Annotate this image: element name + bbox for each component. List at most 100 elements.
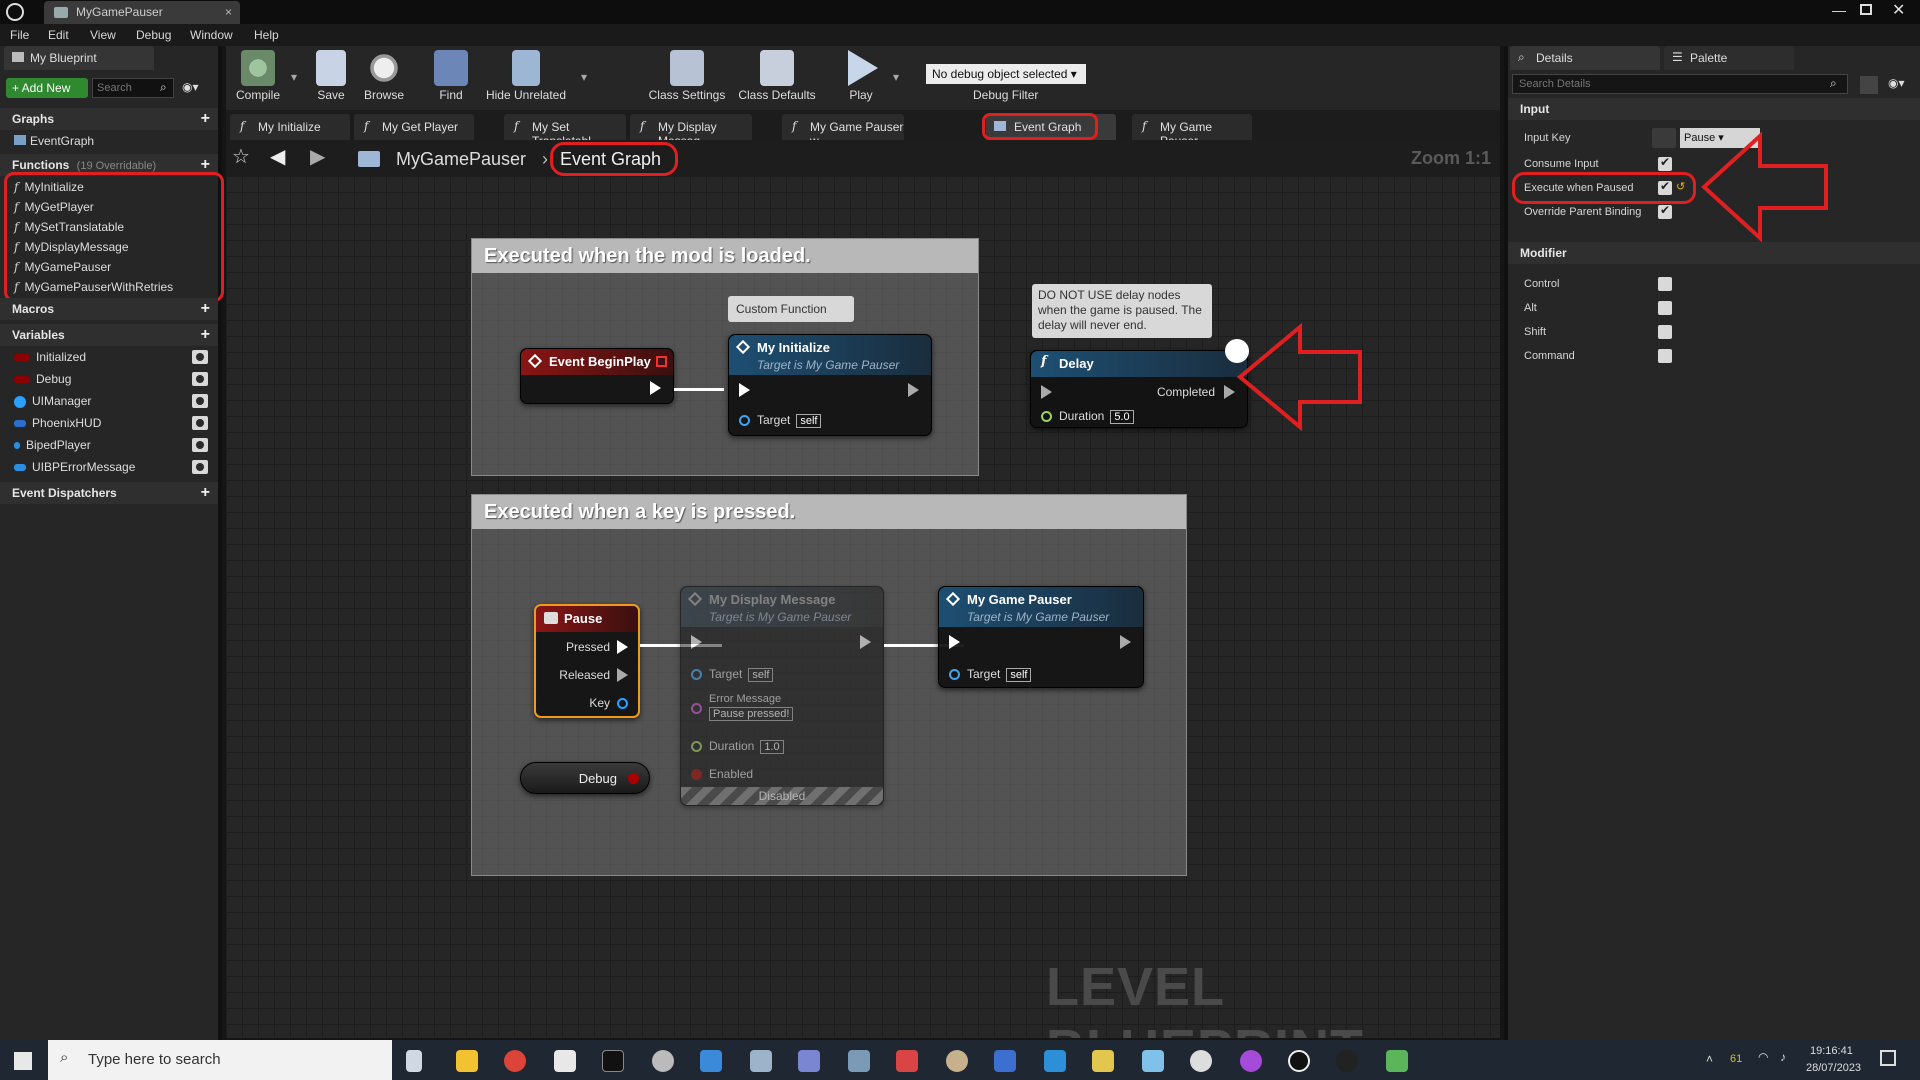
tab-my-game-pauser[interactable]: fMy Game Pauser (1132, 114, 1252, 148)
forward-arrow-icon[interactable]: ▶ (310, 144, 325, 169)
my-blueprint-tab[interactable]: My Blueprint (4, 46, 154, 70)
compile-button[interactable]: Compile (230, 46, 286, 102)
document-tab[interactable]: MyGamePauser × (44, 1, 240, 24)
my-initialize-node[interactable]: My Initialize Target is My Game Pauser T… (728, 334, 932, 436)
close-window-button[interactable]: ✕ (1892, 0, 1905, 20)
app-icon[interactable] (1336, 1050, 1358, 1072)
exec-out-pin[interactable] (908, 383, 919, 397)
class-defaults-button[interactable]: Class Defaults (732, 46, 822, 102)
exec-in-pin[interactable] (739, 383, 750, 397)
enabled-pin[interactable] (691, 769, 702, 780)
app-icon[interactable] (1142, 1050, 1164, 1072)
favorite-star-icon[interactable]: ☆ (232, 144, 250, 169)
error-message-value[interactable]: Pause pressed! (709, 707, 794, 721)
duration-value[interactable]: 5.0 (1110, 410, 1134, 424)
delegate-pin-icon[interactable] (656, 356, 667, 367)
graphs-section-header[interactable]: Graphs + (0, 108, 218, 130)
debug-bool-pin[interactable] (628, 773, 639, 784)
file-explorer-icon[interactable] (456, 1050, 478, 1072)
app-icon[interactable] (798, 1050, 820, 1072)
consume-input-checkbox[interactable] (1658, 155, 1672, 171)
browse-button[interactable]: Browse (356, 46, 412, 102)
target-pin[interactable] (949, 669, 960, 680)
delay-node[interactable]: f Delay Completed Duration 5.0 (1030, 339, 1249, 428)
exec-in-pin[interactable] (691, 635, 702, 649)
override-parent-binding-checkbox[interactable] (1658, 203, 1672, 219)
play-options-chevron-icon[interactable]: ▾ (888, 70, 904, 84)
menu-debug[interactable]: Debug (136, 28, 171, 42)
app-icon[interactable] (1044, 1050, 1066, 1072)
find-button[interactable]: Find (426, 46, 476, 102)
exec-in-pin[interactable] (1041, 385, 1052, 399)
compile-options-chevron-icon[interactable]: ▾ (286, 70, 302, 84)
command-modifier-checkbox[interactable] (1658, 349, 1672, 363)
pause-input-node[interactable]: Pause Pressed Released Key (534, 604, 640, 718)
app-icon[interactable] (896, 1050, 918, 1072)
settings-gear-icon[interactable] (652, 1050, 674, 1072)
debug-object-select[interactable]: No debug object selected ▾ (926, 64, 1086, 84)
add-macro-icon[interactable]: + (201, 300, 210, 318)
duration-pin[interactable] (691, 741, 702, 752)
tab-my-get-player[interactable]: f My Get Player (354, 114, 474, 140)
variable-item[interactable]: Initialized (14, 350, 214, 364)
unreal-logo-icon[interactable] (6, 3, 24, 21)
error-message-pin[interactable] (691, 703, 702, 714)
released-exec-pin[interactable] (617, 668, 628, 682)
tab-details[interactable]: ⌕ Details (1510, 46, 1660, 70)
app-icon[interactable] (994, 1050, 1016, 1072)
volume-icon[interactable]: ♪ (1780, 1050, 1786, 1064)
visibility-eye-icon[interactable] (192, 394, 208, 408)
unreal-engine-icon[interactable] (1288, 1050, 1310, 1072)
windows-start-icon[interactable] (14, 1052, 32, 1070)
class-settings-button[interactable]: Class Settings (642, 46, 732, 102)
tab-my-set-translatable[interactable]: fMy Set Translatabl (504, 114, 626, 148)
event-dispatchers-section-header[interactable]: Event Dispatchers + (0, 482, 218, 504)
menu-file[interactable]: File (10, 28, 29, 42)
details-search-input[interactable] (1512, 74, 1848, 94)
variable-item[interactable]: Debug (14, 372, 214, 386)
taskbar-search-box[interactable]: ⌕ Type here to search (48, 1040, 392, 1080)
duration-pin[interactable] (1041, 411, 1052, 422)
keyboard-icon[interactable] (1652, 128, 1676, 148)
app-icon[interactable] (1092, 1050, 1114, 1072)
exec-in-pin[interactable] (949, 635, 960, 649)
visibility-eye-icon[interactable] (192, 438, 208, 452)
completed-exec-pin[interactable] (1224, 385, 1235, 399)
visibility-eye-icon[interactable] (192, 416, 208, 430)
visibility-eye-icon[interactable] (192, 350, 208, 364)
add-new-button[interactable]: + Add New (6, 78, 88, 98)
exec-out-pin[interactable] (650, 381, 661, 395)
my-display-message-node[interactable]: My Display Message Target is My Game Pau… (680, 586, 884, 806)
visibility-eye-icon[interactable] (192, 372, 208, 386)
wifi-icon[interactable]: ◠ (1758, 1050, 1768, 1064)
task-view-icon[interactable] (406, 1050, 422, 1072)
visibility-eye-icon[interactable]: ◉▾ (1888, 76, 1905, 90)
clock-date[interactable]: 28/07/2023 (1806, 1062, 1861, 1074)
my-game-pauser-node[interactable]: My Game Pauser Target is My Game Pauser … (938, 586, 1144, 688)
tab-my-game-pauser-w[interactable]: fMy Game Pauser w (782, 114, 904, 148)
play-button[interactable]: Play (836, 46, 886, 102)
app-icon[interactable] (946, 1050, 968, 1072)
app-icon[interactable] (1240, 1050, 1262, 1072)
macros-section-header[interactable]: Macros + (0, 298, 218, 320)
tab-palette[interactable]: ☰ Palette (1664, 46, 1794, 70)
target-pin[interactable] (739, 415, 750, 426)
close-icon[interactable]: × (225, 5, 232, 19)
exec-out-pin[interactable] (860, 635, 871, 649)
notification-icon[interactable] (1880, 1050, 1896, 1066)
app-icon[interactable] (750, 1050, 772, 1072)
variable-item[interactable]: BipedPlayer (14, 438, 214, 452)
duration-value[interactable]: 1.0 (760, 740, 784, 754)
visibility-eye-icon[interactable]: ◉▾ (182, 80, 199, 94)
control-modifier-checkbox[interactable] (1658, 277, 1672, 291)
input-section-header[interactable]: Input (1508, 98, 1920, 120)
back-arrow-icon[interactable]: ◀ (270, 144, 285, 169)
remote-desktop-icon[interactable] (700, 1050, 722, 1072)
menu-view[interactable]: View (90, 28, 116, 42)
visibility-eye-icon[interactable] (192, 460, 208, 474)
event-beginplay-node[interactable]: Event BeginPlay (520, 348, 674, 404)
search-icon[interactable]: ⌕ (160, 80, 167, 95)
add-dispatcher-icon[interactable]: + (201, 484, 210, 502)
shift-modifier-checkbox[interactable] (1658, 325, 1672, 339)
exec-out-pin[interactable] (1120, 635, 1131, 649)
